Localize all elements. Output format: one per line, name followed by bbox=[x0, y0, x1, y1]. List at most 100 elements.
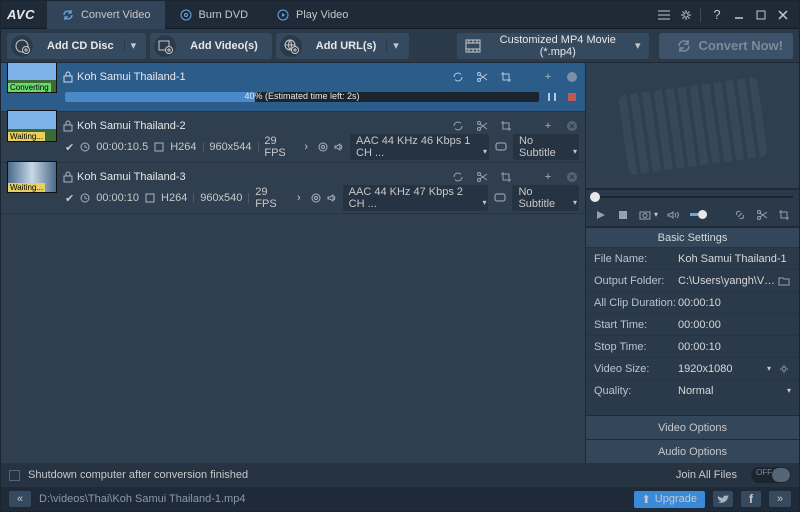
filename-value[interactable]: Koh Samui Thailand-1 bbox=[678, 253, 791, 265]
shutdown-checkbox[interactable] bbox=[9, 470, 20, 481]
remove-icon[interactable] bbox=[565, 119, 579, 133]
tab-convert-video[interactable]: Convert Video bbox=[47, 1, 165, 29]
tab-burn-dvd[interactable]: Burn DVD bbox=[165, 1, 263, 29]
disc-icon bbox=[179, 8, 193, 22]
scissors-icon[interactable] bbox=[755, 208, 769, 222]
gear-icon[interactable] bbox=[676, 5, 696, 25]
chevron-down-icon[interactable]: ▾ bbox=[124, 39, 143, 52]
plus-icon[interactable]: + bbox=[541, 119, 555, 133]
scissors-icon[interactable] bbox=[475, 170, 489, 184]
add-urls-button[interactable]: Add URL(s) ▾ bbox=[276, 33, 409, 59]
crop-icon[interactable] bbox=[499, 170, 513, 184]
facebook-icon[interactable]: f bbox=[741, 491, 761, 507]
duration-value: 00:00:10 bbox=[678, 297, 791, 309]
up-arrow-icon: ⬆ bbox=[642, 493, 651, 506]
volume-icon[interactable] bbox=[666, 208, 680, 222]
start-value[interactable]: 00:00:00 bbox=[678, 319, 791, 331]
crop-icon[interactable] bbox=[499, 119, 513, 133]
seek-slider[interactable] bbox=[586, 189, 799, 203]
link-icon[interactable] bbox=[733, 208, 747, 222]
twitter-icon[interactable] bbox=[713, 491, 733, 507]
thumbnail: Converting bbox=[7, 63, 57, 93]
subtitle-dropdown[interactable]: No Subtitle bbox=[512, 185, 579, 211]
close-icon[interactable] bbox=[773, 5, 793, 25]
video-list: Converting Koh Samui Thailand-1 + 40% (E… bbox=[1, 63, 585, 463]
profile-label: Customized MP4 Movie (*.mp4) bbox=[481, 34, 635, 58]
duration-value: 00:00:10.5 bbox=[96, 141, 148, 153]
convert-now-button[interactable]: Convert Now! bbox=[659, 33, 794, 59]
add-cd-button[interactable]: Add CD Disc ▾ bbox=[7, 33, 146, 59]
settings-header: Basic Settings bbox=[586, 227, 799, 247]
refresh-icon[interactable] bbox=[451, 119, 465, 133]
scissors-icon[interactable] bbox=[475, 119, 489, 133]
menu-icon[interactable] bbox=[654, 5, 674, 25]
duration-value: 00:00:10 bbox=[96, 192, 139, 204]
quality-label: Quality: bbox=[594, 385, 678, 397]
output-profile-dropdown[interactable]: Customized MP4 Movie (*.mp4) ▾ bbox=[457, 33, 649, 59]
add-videos-button[interactable]: Add Video(s) bbox=[150, 33, 272, 59]
refresh-icon[interactable] bbox=[451, 70, 465, 84]
lock-icon bbox=[63, 71, 73, 83]
disc-plus-icon bbox=[11, 35, 33, 57]
start-label: Start Time: bbox=[594, 319, 678, 331]
video-details: ✔ 00:00:10 H264 960x540 29 FPS › AAC 44 … bbox=[7, 187, 579, 209]
play-icon[interactable] bbox=[594, 208, 608, 222]
thumbnail: Waiting... bbox=[7, 110, 57, 142]
help-icon[interactable]: ? bbox=[707, 5, 727, 25]
chevron-down-icon: ▾ bbox=[767, 364, 771, 373]
codec-value: H264 bbox=[161, 192, 187, 204]
lock-icon bbox=[63, 120, 73, 132]
chevron-down-icon: ▾ bbox=[787, 386, 791, 395]
stop-icon[interactable] bbox=[616, 208, 630, 222]
subtitle-dropdown[interactable]: No Subtitle bbox=[513, 134, 579, 160]
volume-slider[interactable] bbox=[690, 213, 704, 216]
join-files-toggle[interactable]: OFF bbox=[751, 467, 791, 483]
plus-icon[interactable]: + bbox=[541, 170, 555, 184]
nav-next-button[interactable]: » bbox=[769, 491, 791, 507]
scissors-icon[interactable] bbox=[475, 70, 489, 84]
subtitle-icon bbox=[495, 142, 507, 152]
quality-dropdown[interactable]: Normal bbox=[678, 385, 783, 397]
folder-value[interactable]: C:\Users\yangh\Videos... bbox=[678, 275, 777, 287]
filmstrip-icon bbox=[618, 76, 768, 175]
nav-prev-button[interactable]: « bbox=[9, 491, 31, 507]
audio-options-button[interactable]: Audio Options bbox=[586, 439, 799, 463]
maximize-icon[interactable] bbox=[751, 5, 771, 25]
resolution-value: 960x540 bbox=[200, 192, 242, 204]
upgrade-button[interactable]: ⬆ Upgrade bbox=[634, 491, 705, 508]
film-icon bbox=[145, 193, 155, 203]
list-item[interactable]: Waiting... Koh Samui Thailand-2 + ✔ 00:0… bbox=[1, 112, 585, 163]
remove-icon[interactable] bbox=[565, 170, 579, 184]
size-dropdown[interactable]: 1920x1080 bbox=[678, 363, 763, 375]
button-label: Add URL(s) bbox=[306, 40, 387, 52]
list-item[interactable]: Waiting... Koh Samui Thailand-3 + ✔ 00:0… bbox=[1, 163, 585, 214]
tab-play-video[interactable]: Play Video bbox=[262, 1, 362, 29]
plus-icon[interactable]: + bbox=[541, 70, 555, 84]
tab-label: Convert Video bbox=[81, 9, 151, 21]
crop-icon[interactable] bbox=[777, 208, 791, 222]
minimize-icon[interactable] bbox=[729, 5, 749, 25]
audio-dropdown[interactable]: AAC 44 KHz 47 Kbps 2 CH ... bbox=[343, 185, 489, 211]
refresh-icon[interactable] bbox=[451, 170, 465, 184]
globe-plus-icon bbox=[280, 35, 302, 57]
folder-icon[interactable] bbox=[777, 274, 791, 288]
pause-icon[interactable] bbox=[545, 90, 559, 104]
chevron-down-icon[interactable]: ▾ bbox=[386, 39, 405, 52]
upgrade-label: Upgrade bbox=[655, 493, 697, 505]
fps-value: 29 FPS bbox=[264, 135, 294, 159]
resolution-value: 960x544 bbox=[209, 141, 251, 153]
check-icon: ✔ bbox=[65, 192, 74, 205]
button-label: Add Video(s) bbox=[180, 40, 268, 52]
crop-icon[interactable] bbox=[499, 70, 513, 84]
list-item[interactable]: Converting Koh Samui Thailand-1 + 40% (E… bbox=[1, 63, 585, 112]
preview-area bbox=[586, 63, 799, 189]
snapshot-icon[interactable] bbox=[638, 208, 652, 222]
stop-icon[interactable] bbox=[565, 90, 579, 104]
shutdown-label: Shutdown computer after conversion finis… bbox=[28, 469, 248, 481]
film-icon bbox=[154, 142, 164, 152]
chevron-down-icon: ▾ bbox=[635, 39, 641, 52]
audio-dropdown[interactable]: AAC 44 KHz 46 Kbps 1 CH ... bbox=[350, 134, 489, 160]
stop-value[interactable]: 00:00:10 bbox=[678, 341, 791, 353]
gear-icon[interactable] bbox=[777, 362, 791, 376]
video-options-button[interactable]: Video Options bbox=[586, 415, 799, 439]
